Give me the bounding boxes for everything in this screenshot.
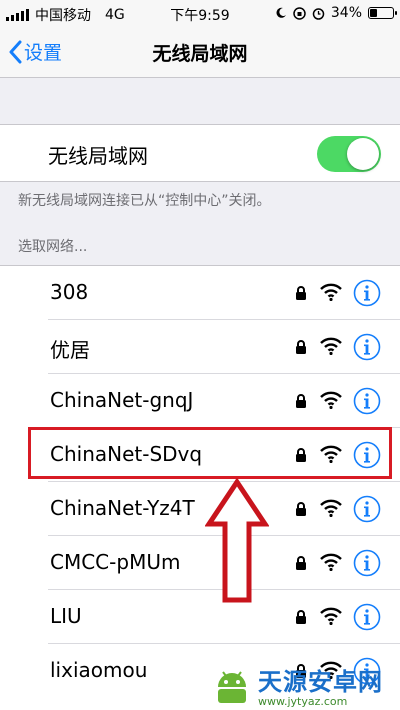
battery-icon (368, 7, 397, 19)
wifi-signal-icon (320, 607, 342, 625)
wlan-toggle-row: 无线局域网 (0, 124, 400, 182)
network-name: CMCC-pMUm (50, 550, 181, 574)
android-logo-icon (218, 671, 246, 703)
moon-icon (276, 7, 286, 18)
network-list: 308 优居 ChinaNet-gnqJ ChinaNet-SDvq ChinaNet-… (0, 265, 400, 710)
choose-network-header: 选取网络... (18, 239, 88, 255)
watermark-name: 天源安卓网 (258, 668, 383, 696)
lock-icon (296, 340, 306, 354)
network-name: LIU (50, 604, 82, 628)
network-name: lixiaomou (50, 658, 148, 682)
page-title: 无线局域网 (152, 43, 248, 65)
navigation-bar: 设置 无线局域网 (0, 26, 400, 78)
network-row[interactable]: 优居 (48, 320, 400, 374)
info-icon[interactable] (353, 549, 381, 577)
network-name: ChinaNet-Yz4T (50, 496, 195, 520)
watermark: 天源安卓网 www.jytyaz.com (210, 660, 400, 710)
wlan-toggle-switch[interactable] (317, 136, 381, 172)
highlight-box (28, 427, 392, 479)
orientation-lock-icon (293, 6, 306, 20)
lock-icon (296, 502, 306, 516)
wifi-signal-icon (320, 391, 342, 409)
network-row[interactable]: 308 (48, 266, 400, 320)
network-name: 308 (50, 280, 89, 304)
wifi-signal-icon (320, 283, 342, 301)
lock-icon (296, 286, 306, 300)
up-arrow-annotation (205, 478, 269, 603)
info-icon[interactable] (353, 495, 381, 523)
info-icon[interactable] (353, 333, 381, 361)
network-name: ChinaNet-gnqJ (50, 388, 194, 412)
battery-percent: 34% (330, 5, 362, 21)
lock-icon (296, 394, 306, 408)
status-right: 34% (275, 5, 397, 21)
wlan-toggle-label: 无线局域网 (48, 144, 148, 168)
alarm-icon (312, 7, 325, 20)
info-icon[interactable] (353, 279, 381, 307)
network-name: 优居 (50, 338, 90, 362)
wifi-signal-icon (320, 499, 342, 517)
toggle-knob (347, 138, 379, 170)
info-icon[interactable] (353, 387, 381, 415)
lock-icon (296, 610, 306, 624)
network-row[interactable]: ChinaNet-gnqJ (48, 374, 400, 428)
wifi-signal-icon (320, 337, 342, 355)
status-bar: 中国移动 4G 下午9:59 34% (0, 0, 400, 26)
info-icon[interactable] (353, 603, 381, 631)
wifi-signal-icon (320, 553, 342, 571)
control-center-note: 新无线局域网连接已从“控制中心”关闭。 (18, 193, 271, 209)
lock-icon (296, 556, 306, 570)
